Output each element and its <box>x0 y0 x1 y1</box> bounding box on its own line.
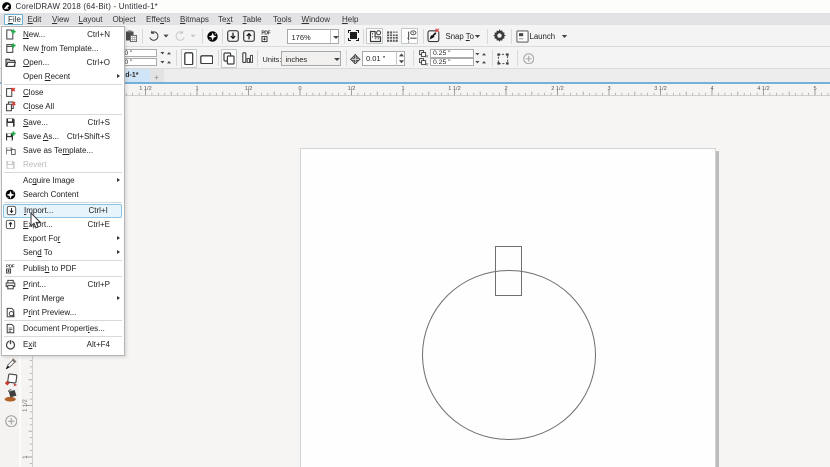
svg-text:2: 2 <box>504 86 507 92</box>
svg-text:PDF: PDF <box>6 264 15 269</box>
svg-text:2 1/2: 2 1/2 <box>551 86 563 92</box>
svg-text:3 1/2: 3 1/2 <box>654 86 666 92</box>
svg-text:1 1/2: 1 1/2 <box>448 86 460 92</box>
svg-text:4 1/2: 4 1/2 <box>757 86 769 92</box>
svg-text:1 1/2: 1 1/2 <box>139 86 151 92</box>
svg-text:3: 3 <box>607 86 610 92</box>
svg-text:1: 1 <box>195 86 198 92</box>
svg-text:0: 0 <box>298 86 301 92</box>
svg-text:1: 1 <box>23 455 29 458</box>
svg-text:1/2: 1/2 <box>245 86 253 92</box>
svg-text:4: 4 <box>710 86 713 92</box>
svg-text:5: 5 <box>813 86 816 92</box>
svg-text:1 1/2: 1 1/2 <box>23 399 29 411</box>
svg-text:1: 1 <box>401 86 404 92</box>
svg-text:1/2: 1/2 <box>348 86 356 92</box>
